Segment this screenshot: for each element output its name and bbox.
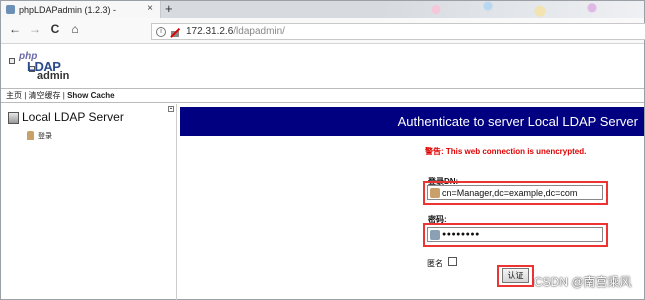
close-tab-icon[interactable]: × bbox=[147, 3, 153, 14]
authenticate-button[interactable]: 认证 bbox=[502, 268, 529, 283]
home-icon[interactable]: ⌂ bbox=[67, 22, 83, 36]
new-tab-button[interactable]: + bbox=[165, 1, 173, 17]
back-icon[interactable]: ← bbox=[7, 22, 23, 36]
password-field[interactable]: ●●●●●●●● bbox=[427, 227, 603, 242]
logo-square-icon bbox=[9, 58, 15, 64]
reload-icon[interactable]: C bbox=[47, 22, 63, 36]
insecure-lock-icon[interactable] bbox=[170, 27, 180, 37]
logo-admin: admin bbox=[37, 70, 70, 82]
browser-tab-strip: phpLDAPadmin (1.2.3) - × + bbox=[1, 1, 644, 18]
user-icon bbox=[430, 187, 440, 198]
login-user-icon bbox=[27, 131, 34, 140]
site-info-icon[interactable]: i bbox=[156, 26, 166, 37]
server-icon bbox=[8, 112, 19, 124]
login-dn-value: cn=Manager,dc=example,dc=com bbox=[442, 187, 578, 198]
page-title-bar: Authenticate to server Local LDAP Server bbox=[180, 107, 644, 136]
browser-toolbar: ← → C ⌂ i 172.31.2.6 /ldapadmin/ bbox=[1, 18, 645, 44]
unencrypted-warning: 警告: This web connection is unencrypted. bbox=[425, 147, 587, 156]
theme-decoration bbox=[384, 1, 644, 18]
server-tree-panel: ▪ Local LDAP Server 登录 bbox=[1, 104, 177, 300]
forward-icon[interactable]: → bbox=[27, 22, 43, 36]
anonymous-label: 匿名 bbox=[427, 259, 443, 268]
page-title: Authenticate to server Local LDAP Server bbox=[397, 114, 638, 129]
menu-home-link[interactable]: 主页 bbox=[6, 90, 22, 101]
phpldapadmin-logo[interactable]: php LDAP admin bbox=[9, 51, 79, 83]
menu-show-cache-link[interactable]: Show Cache bbox=[67, 91, 115, 100]
browser-tab[interactable]: phpLDAPadmin (1.2.3) - × bbox=[1, 1, 161, 18]
server-name[interactable]: Local LDAP Server bbox=[22, 110, 124, 124]
collapse-panel-icon[interactable]: ▪ bbox=[168, 106, 174, 112]
address-bar[interactable]: i 172.31.2.6 /ldapadmin/ bbox=[151, 23, 645, 40]
url-host: 172.31.2.6 bbox=[186, 26, 234, 37]
tab-title: phpLDAPadmin (1.2.3) - bbox=[19, 4, 117, 15]
top-menu: 主页 | 清空缓存 | Show Cache bbox=[1, 88, 644, 103]
menu-clear-cache-link[interactable]: 清空缓存 bbox=[29, 90, 61, 101]
password-value: ●●●●●●●● bbox=[442, 231, 480, 238]
csdn-watermark: CSDN @南宫乘风 bbox=[534, 275, 632, 289]
url-path: /ldapadmin/ bbox=[233, 26, 285, 37]
favicon-icon bbox=[6, 5, 15, 14]
anonymous-checkbox[interactable] bbox=[448, 257, 457, 266]
key-icon bbox=[430, 229, 440, 240]
login-link[interactable]: 登录 bbox=[38, 131, 52, 141]
login-dn-field[interactable]: cn=Manager,dc=example,dc=com bbox=[427, 185, 603, 200]
